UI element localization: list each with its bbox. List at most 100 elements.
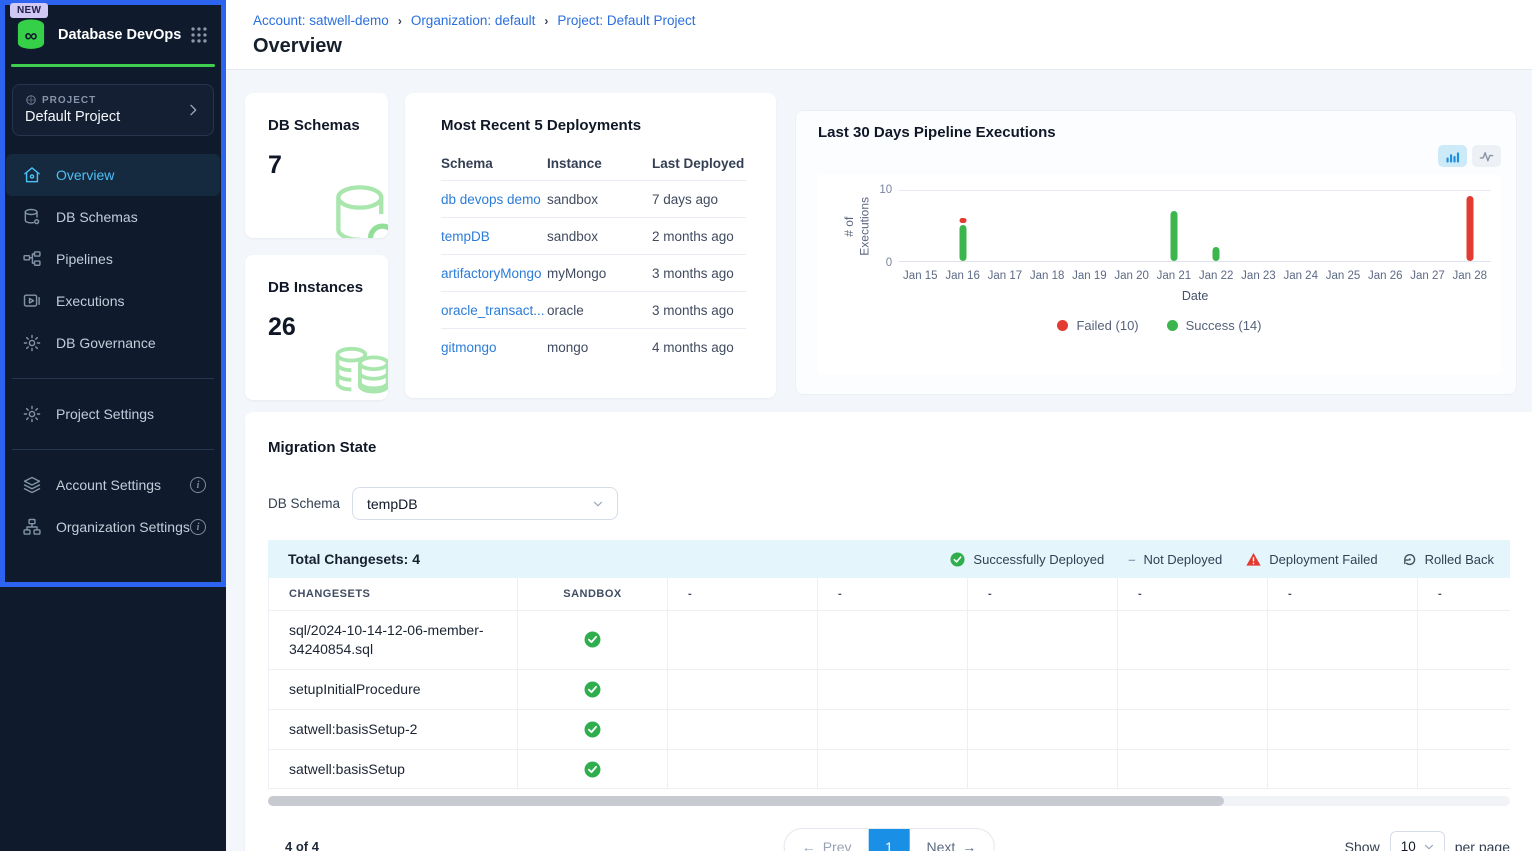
db-schema-select[interactable]: tempDB (352, 487, 618, 520)
sandbox-status-cell (518, 710, 668, 750)
last-deployed-cell: 4 months ago (652, 340, 746, 355)
sidebar-divider (12, 449, 214, 450)
x-tick-label: Jan 17 (984, 270, 1026, 282)
changeset-name-cell: sql/2024-10-14-12-06-member-34240854.sql (268, 611, 518, 670)
gear-icon (22, 333, 42, 353)
check-circle-icon (584, 761, 601, 778)
empty-status-cell (818, 611, 968, 670)
status-legend-item: Deployment Failed (1246, 552, 1377, 567)
sidebar-item-project-settings[interactable]: Project Settings (6, 393, 220, 435)
schema-link[interactable]: tempDB (441, 229, 490, 244)
breadcrumb-link[interactable]: Account: satwell-demo (253, 13, 389, 28)
warning-triangle-icon (1246, 552, 1261, 567)
pipeline-icon (22, 249, 42, 269)
changesets-column-header: - (818, 578, 968, 611)
next-page-button[interactable]: Next→ (910, 829, 994, 851)
sidebar-item-db-governance[interactable]: DB Governance (6, 322, 220, 364)
empty-status-cell (818, 670, 968, 710)
check-circle-icon (584, 721, 601, 738)
chart-category (1068, 191, 1110, 261)
horizontal-scrollbar (268, 796, 1510, 806)
changeset-name-cell: satwell:basisSetup (268, 750, 518, 790)
changeset-row: setupInitialProcedure (268, 670, 1510, 710)
x-tick-label: Jan 22 (1195, 270, 1237, 282)
stat-title: DB Schemas (268, 117, 388, 134)
instance-cell: mongo (547, 340, 652, 355)
instance-cell: myMongo (547, 266, 652, 281)
deployment-row: tempDBsandbox2 months ago (441, 218, 746, 255)
tertiary-nav: Account SettingsiOrganization Settingsi (0, 464, 226, 548)
empty-status-cell (1118, 750, 1268, 790)
x-axis-title: Date (899, 289, 1491, 303)
stat-value: 7 (268, 151, 388, 180)
last-deployed-cell: 3 months ago (652, 303, 746, 318)
schema-link[interactable]: gitmongo (441, 340, 497, 355)
sidebar-item-executions[interactable]: Executions (6, 280, 220, 322)
instance-cell: sandbox (547, 192, 652, 207)
legend-label: Failed (10) (1076, 318, 1138, 333)
info-icon[interactable]: i (190, 477, 206, 493)
sidebar-item-pipelines[interactable]: Pipelines (6, 238, 220, 280)
dash-icon: – (1128, 552, 1135, 567)
executions-bar-chart: # ofExecutions 10 0 Jan 15Jan 16Jan 17Ja… (818, 174, 1501, 374)
breadcrumb-link[interactable]: Organization: default (411, 13, 536, 28)
stat-title: DB Instances (268, 279, 388, 296)
org-icon (22, 517, 42, 537)
breadcrumb-separator: › (544, 14, 548, 28)
play-box-icon (22, 291, 42, 311)
changesets-column-header: CHANGESETS (268, 578, 518, 611)
chart-category (941, 191, 983, 261)
show-label: Show (1345, 839, 1380, 851)
changeset-row: sql/2024-10-14-12-06-member-34240854.sql (268, 611, 1510, 670)
page-number-button[interactable]: 1 (869, 828, 910, 851)
legend-label: Success (14) (1186, 318, 1262, 333)
status-legend-label: Successfully Deployed (973, 552, 1104, 567)
schema-link[interactable]: oracle_transact... (441, 303, 545, 318)
line-chart-toggle-icon[interactable] (1472, 145, 1501, 167)
schema-link[interactable]: artifactoryMongo (441, 266, 542, 281)
app-title: Database DevOps (58, 27, 188, 43)
status-legend-item: –Not Deployed (1128, 552, 1222, 567)
empty-status-cell (668, 750, 818, 790)
chart-category (984, 191, 1026, 261)
chart-category (1406, 191, 1448, 261)
chart-category (1322, 191, 1364, 261)
sidebar-item-label: DB Governance (56, 335, 156, 351)
sidebar-item-label: Account Settings (56, 477, 161, 493)
empty-status-cell (968, 750, 1118, 790)
last-deployed-cell: 7 days ago (652, 192, 746, 207)
success-bar (1213, 247, 1220, 261)
instance-cell: oracle (547, 303, 652, 318)
row-count-label: 4 of 4 (285, 839, 319, 851)
page-size-value: 10 (1401, 839, 1416, 851)
x-tick-label: Jan 15 (899, 270, 941, 282)
stat-cards-column: DB Schemas7DB Instances26 (245, 93, 388, 400)
sidebar-item-organization-settings[interactable]: Organization Settingsi (6, 506, 220, 548)
sidebar-item-db-schemas[interactable]: DB Schemas (6, 196, 220, 238)
project-selector[interactable]: PROJECT Default Project (12, 84, 214, 136)
status-legend: Successfully Deployed –Not Deployed Deploy… (950, 552, 1494, 567)
chevron-down-icon (1422, 840, 1436, 851)
prev-page-button[interactable]: ←Prev (785, 829, 869, 851)
empty-status-cell (668, 710, 818, 750)
deployments-col-last-deployed: Last Deployed (652, 156, 746, 171)
page-size-select[interactable]: 10 (1390, 831, 1445, 851)
db-schema-selected-value: tempDB (367, 496, 591, 512)
breadcrumb-separator: › (398, 14, 402, 28)
chevron-right-icon (185, 102, 201, 118)
sidebar-item-account-settings[interactable]: Account Settings i (6, 464, 220, 506)
sidebar-item-overview[interactable]: Overview (6, 154, 220, 196)
app-grid-icon[interactable] (188, 24, 210, 46)
sandbox-status-cell (518, 611, 668, 670)
migration-state-title: Migration State (268, 439, 1510, 456)
scrollbar-thumb[interactable] (268, 796, 1224, 806)
empty-status-cell (1118, 670, 1268, 710)
migration-state-card: Migration State DB Schema tempDB Total C… (245, 412, 1532, 851)
chart-category (1153, 191, 1195, 261)
schema-link[interactable]: db devops demo (441, 192, 541, 207)
status-legend-label: Rolled Back (1425, 552, 1494, 567)
x-tick-label: Jan 26 (1364, 270, 1406, 282)
breadcrumb-link[interactable]: Project: Default Project (557, 13, 695, 28)
bar-chart-toggle-icon[interactable] (1438, 145, 1467, 167)
info-icon[interactable]: i (190, 519, 206, 535)
